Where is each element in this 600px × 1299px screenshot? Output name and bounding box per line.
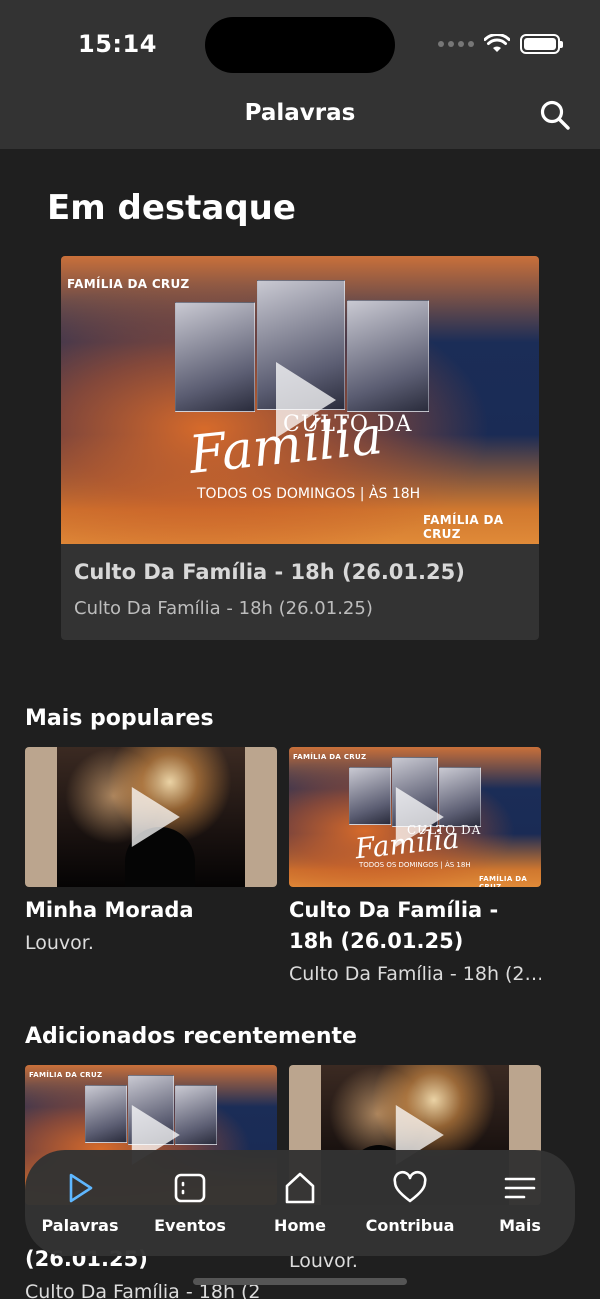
play-icon bbox=[69, 1173, 93, 1203]
recent-heading: Adicionados recentemente bbox=[25, 1024, 357, 1049]
tab-mais[interactable]: Mais bbox=[465, 1170, 575, 1235]
tab-contribua[interactable]: Contribua bbox=[355, 1170, 465, 1235]
home-indicator[interactable] bbox=[193, 1278, 407, 1285]
popular-item-2-thumbnail[interactable]: FAMÍLIA DA CRUZ CULTO DA Família TODOS O… bbox=[289, 747, 541, 887]
featured-card[interactable]: FAMÍLIA DA CRUZ CULTO DA Família TODOS O… bbox=[61, 256, 539, 640]
signal-icon bbox=[438, 41, 474, 47]
page-title: Palavras bbox=[244, 100, 356, 126]
calendar-icon bbox=[174, 1173, 206, 1203]
featured-heading: Em destaque bbox=[47, 188, 296, 228]
popular-heading: Mais populares bbox=[25, 706, 214, 731]
featured-thumbnail[interactable]: FAMÍLIA DA CRUZ CULTO DA Família TODOS O… bbox=[61, 256, 539, 544]
dynamic-island bbox=[205, 17, 395, 73]
popular-item-2-title[interactable]: Culto Da Família - 18h (26.01.25) bbox=[289, 895, 541, 957]
status-icons bbox=[438, 34, 563, 54]
home-icon bbox=[285, 1172, 315, 1204]
play-icon bbox=[131, 787, 180, 847]
play-icon bbox=[395, 787, 444, 847]
popular-item-1-subtitle: Louvor. bbox=[25, 932, 94, 954]
tab-home[interactable]: Home bbox=[245, 1170, 355, 1235]
search-icon[interactable] bbox=[538, 98, 572, 132]
tab-eventos[interactable]: Eventos bbox=[135, 1170, 245, 1235]
featured-subtitle: Culto Da Família - 18h (26.01.25) bbox=[74, 598, 373, 619]
featured-title: Culto Da Família - 18h (26.01.25) bbox=[74, 560, 465, 584]
menu-icon bbox=[504, 1177, 536, 1199]
top-bar: 15:14 Palavras bbox=[0, 0, 600, 149]
play-icon bbox=[276, 362, 336, 438]
tab-bar: Palavras Eventos Home Contribua Mais bbox=[25, 1150, 575, 1256]
heart-icon bbox=[393, 1170, 427, 1203]
popular-item-1-thumbnail[interactable] bbox=[25, 747, 277, 887]
popular-item-1-title[interactable]: Minha Morada bbox=[25, 895, 277, 926]
popular-item-2-subtitle: Culto Da Família - 18h (2… bbox=[289, 963, 541, 985]
status-time: 15:14 bbox=[78, 30, 157, 58]
tab-palavras[interactable]: Palavras bbox=[25, 1170, 135, 1235]
wifi-icon bbox=[484, 34, 510, 52]
battery-icon bbox=[520, 34, 563, 54]
